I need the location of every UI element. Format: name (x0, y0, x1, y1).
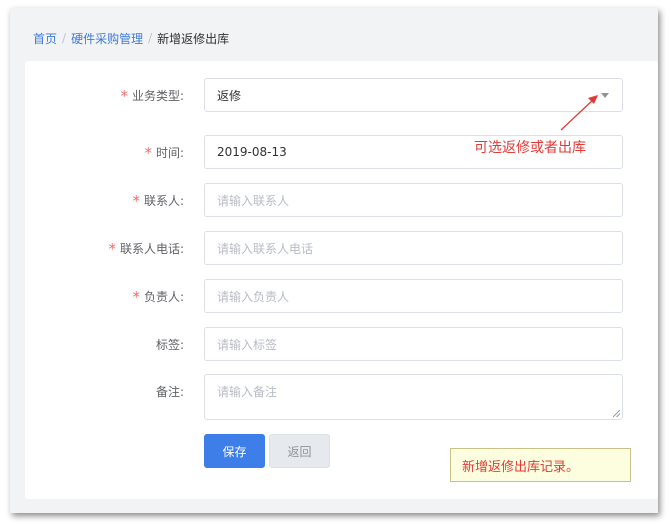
form-row-remark: 备注: 请输入备注 (25, 374, 658, 420)
tags-input[interactable]: 请输入标签 (204, 327, 623, 361)
breadcrumb-home-link[interactable]: 首页 (33, 30, 57, 47)
contact-input[interactable]: 请输入联系人 (204, 183, 623, 217)
business-type-label: * 业务类型: (120, 78, 184, 112)
contact-phone-label: * 联系人电话: (108, 231, 184, 265)
type-hint-annotation: 可选返修或者出库 (474, 140, 586, 156)
time-label-text: 时间: (155, 145, 184, 160)
tags-label-text: 标签: (155, 337, 184, 352)
remark-placeholder: 请输入备注 (217, 385, 278, 399)
remark-textarea[interactable]: 请输入备注 (204, 374, 623, 420)
breadcrumb-current: 新增返修出库 (157, 31, 230, 46)
breadcrumb: 首页 / 硬件采购管理 / 新增返修出库 (33, 29, 229, 47)
required-mark: * (132, 287, 140, 306)
contact-phone-label-text: 联系人电话: (119, 241, 184, 256)
contact-phone-placeholder: 请输入联系人电话 (217, 241, 314, 256)
tags-label: 标签: (156, 327, 184, 361)
time-label: * 时间: (144, 135, 184, 169)
breadcrumb-section-link[interactable]: 硬件采购管理 (71, 30, 143, 47)
required-mark: * (108, 239, 116, 258)
save-button[interactable]: 保存 (204, 434, 265, 468)
form-row-contact: * 联系人: 请输入联系人 (25, 183, 658, 217)
form-row-tags: 标签: 请输入标签 (25, 327, 658, 361)
tags-placeholder: 请输入标签 (217, 337, 278, 352)
form-row-owner: * 负责人: 请输入负责人 (25, 279, 658, 313)
owner-input[interactable]: 请输入负责人 (204, 279, 623, 313)
remark-label: 备注: (156, 374, 184, 408)
breadcrumb-separator: / (148, 31, 153, 45)
contact-label: * 联系人: (132, 183, 184, 217)
annotation-arrow-icon (560, 95, 598, 131)
owner-label: * 负责人: (132, 279, 184, 313)
required-mark: * (144, 143, 152, 162)
contact-placeholder: 请输入联系人 (217, 193, 290, 208)
breadcrumb-separator: / (62, 31, 67, 45)
form-row-contact-phone: * 联系人电话: 请输入联系人电话 (25, 231, 658, 265)
owner-placeholder: 请输入负责人 (217, 289, 290, 304)
page-frame: 首页 / 硬件采购管理 / 新增返修出库 * 业务类型: 返修 * 时间: 20… (10, 8, 658, 513)
required-mark: * (120, 86, 128, 105)
back-button[interactable]: 返回 (269, 434, 330, 468)
business-type-label-text: 业务类型: (131, 88, 184, 103)
remark-label-text: 备注: (155, 384, 184, 399)
resize-handle-icon[interactable] (613, 410, 620, 417)
contact-label-text: 联系人: (143, 193, 184, 208)
required-mark: * (132, 191, 140, 210)
caption-note: 新增返修出库记录。 (450, 448, 631, 482)
business-type-value: 返修 (217, 88, 242, 103)
time-value: 2019-08-13 (217, 145, 287, 159)
owner-label-text: 负责人: (143, 289, 184, 304)
contact-phone-input[interactable]: 请输入联系人电话 (204, 231, 623, 265)
